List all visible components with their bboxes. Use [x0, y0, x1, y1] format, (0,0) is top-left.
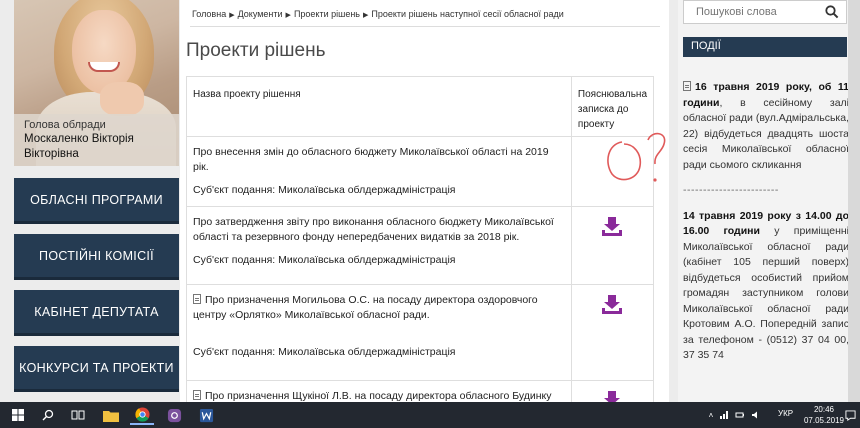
folder-icon [103, 410, 119, 422]
breadcrumb-separator-icon: ▶ [363, 12, 369, 19]
event-item: 16 травня 2019 року, об 11 години, в сес… [683, 80, 849, 173]
start-button[interactable] [8, 405, 28, 425]
chair-portrait: Голова облради Москаленко Вікторія Вікто… [14, 0, 179, 166]
tray-chevron-icon[interactable]: ˄ [709, 411, 714, 420]
row-cell-note [570, 284, 655, 381]
profile-name[interactable]: Москаленко Вікторія Вікторівна [24, 132, 169, 162]
system-tray-icons[interactable]: ˄ [700, 405, 770, 425]
file-explorer-button[interactable] [100, 405, 122, 425]
word-icon [199, 408, 213, 422]
windows-logo-icon [12, 409, 24, 421]
profile-role: Голова облради [24, 119, 106, 131]
event-text: у приміщенні Миколаївської обласної ради… [683, 225, 849, 361]
row-submitter: Суб'єкт подання: Миколаївська облдержадм… [193, 254, 456, 266]
portrait-hand [100, 82, 144, 116]
row-title-link[interactable]: Про внесення змін до обласного бюджету М… [193, 145, 565, 175]
scrollbar-edge[interactable] [848, 0, 860, 402]
breadcrumb-draft-decisions[interactable]: Проекти рішень [294, 9, 360, 19]
left-sidebar: Голова облради Москаленко Вікторія Вікто… [14, 0, 179, 402]
table-row: Про внесення змін до обласного бюджету М… [186, 136, 655, 207]
row-cell-title: Про внесення змін до обласного бюджету М… [186, 136, 572, 207]
search-icon [825, 5, 839, 19]
notification-icon [844, 409, 856, 421]
clock-date: 07.05.2019 [803, 416, 844, 425]
word-button[interactable] [194, 405, 218, 425]
events-header: ПОДІЇ [683, 37, 847, 57]
breadcrumb-home[interactable]: Головна [192, 9, 226, 19]
row-cell-title: Про призначення Щукіної Л.В. на посаду д… [186, 380, 572, 402]
row-cell-note [570, 380, 655, 402]
download-icon[interactable] [601, 217, 623, 237]
row-cell-title: Про призначення Могильова О.С. на посаду… [186, 284, 572, 381]
viber-button[interactable] [162, 405, 186, 425]
search-taskbar-button[interactable] [38, 405, 58, 425]
column-header-title: Назва проекту рішення [186, 76, 572, 137]
handwritten-question-scribble [607, 132, 666, 182]
task-view-icon [71, 410, 85, 420]
browser-page: Голова облради Москаленко Вікторія Вікто… [0, 0, 860, 402]
event-item: 14 травня 2019 року з 14.00 до 16.00 год… [683, 209, 849, 364]
document-icon [193, 294, 201, 304]
table-row: Про призначення Щукіної Л.В. на посаду д… [186, 380, 655, 402]
event-divider: ------------------------ [683, 184, 779, 196]
row-submitter: Суб'єкт подання: Миколаївська облдержадм… [193, 346, 456, 358]
right-sidebar: ПОДІЇ 16 травня 2019 року, об 11 години,… [678, 0, 849, 402]
download-icon[interactable] [601, 391, 623, 402]
nav-deputy-cabinet[interactable]: КАБІНЕТ ДЕПУТАТА [14, 290, 179, 336]
row-submitter: Суб'єкт подання: Миколаївська облдержадм… [193, 184, 456, 196]
row-cell-title: Про затвердження звіту про виконання обл… [186, 206, 572, 285]
breadcrumb-current: Проекти рішень наступної сесії обласної … [371, 9, 564, 19]
portrait-smile [88, 62, 120, 72]
task-view-button[interactable] [68, 405, 88, 425]
main-content: Головна ▶ Документи ▶ Проекти рішень ▶ Проекти… [180, 0, 669, 402]
portrait-caption: Голова облради Москаленко Вікторія Вікто… [14, 114, 179, 166]
table-header-row: Назва проекту рішення Пояснювальна запис… [186, 76, 655, 137]
magnifier-icon [42, 409, 54, 421]
document-icon [193, 390, 201, 400]
keyboard-language[interactable]: УКР [778, 409, 793, 418]
row-cell-note [570, 206, 655, 285]
nav-standing-commissions[interactable]: ПОСТІЙНІ КОМІСІЇ [14, 234, 179, 280]
breadcrumb-documents[interactable]: Документи [238, 9, 283, 19]
nav-contests-projects[interactable]: КОНКУРСИ ТА ПРОЕКТИ [14, 346, 179, 392]
volume-icon[interactable] [751, 410, 761, 420]
clock[interactable]: 20:46 07.05.2019 [804, 404, 844, 426]
row-title-link[interactable]: Про призначення Могильова О.С. на посаду… [193, 294, 538, 321]
battery-icon[interactable] [735, 410, 745, 420]
search-button[interactable] [818, 1, 846, 23]
table-row: Про призначення Могильова О.С. на посаду… [186, 284, 655, 381]
download-icon[interactable] [601, 295, 623, 315]
chrome-icon [134, 406, 150, 422]
breadcrumb-separator-icon: ▶ [229, 12, 235, 19]
table-row: Про затвердження звіту про виконання обл… [186, 206, 655, 285]
row-title-link[interactable]: Про призначення Щукіної Л.В. на посаду д… [205, 390, 552, 402]
viber-icon [167, 408, 181, 422]
breadcrumb: Головна ▶ Документи ▶ Проекти рішень ▶ Проекти… [192, 9, 564, 19]
draft-decisions-table: Назва проекту рішення Пояснювальна запис… [186, 76, 655, 402]
page-title: Проекти рішень [186, 40, 326, 61]
breadcrumb-divider [190, 26, 660, 27]
network-icon[interactable] [719, 410, 729, 420]
breadcrumb-separator-icon: ▶ [285, 12, 291, 19]
search-input[interactable] [684, 1, 820, 23]
notifications-button[interactable] [842, 405, 858, 425]
events-list: 16 травня 2019 року, об 11 години, в сес… [683, 80, 849, 364]
windows-taskbar: ˄ УКР 20:46 07.05.2019 [0, 402, 860, 428]
row-title-link[interactable]: Про затвердження звіту про виконання обл… [193, 215, 565, 245]
clock-time: 20:46 [813, 405, 834, 414]
nav-regional-programs[interactable]: ОБЛАСНІ ПРОГРАМИ [14, 178, 179, 224]
chrome-button[interactable] [130, 405, 154, 425]
document-icon [683, 81, 691, 91]
search-box [683, 0, 847, 24]
